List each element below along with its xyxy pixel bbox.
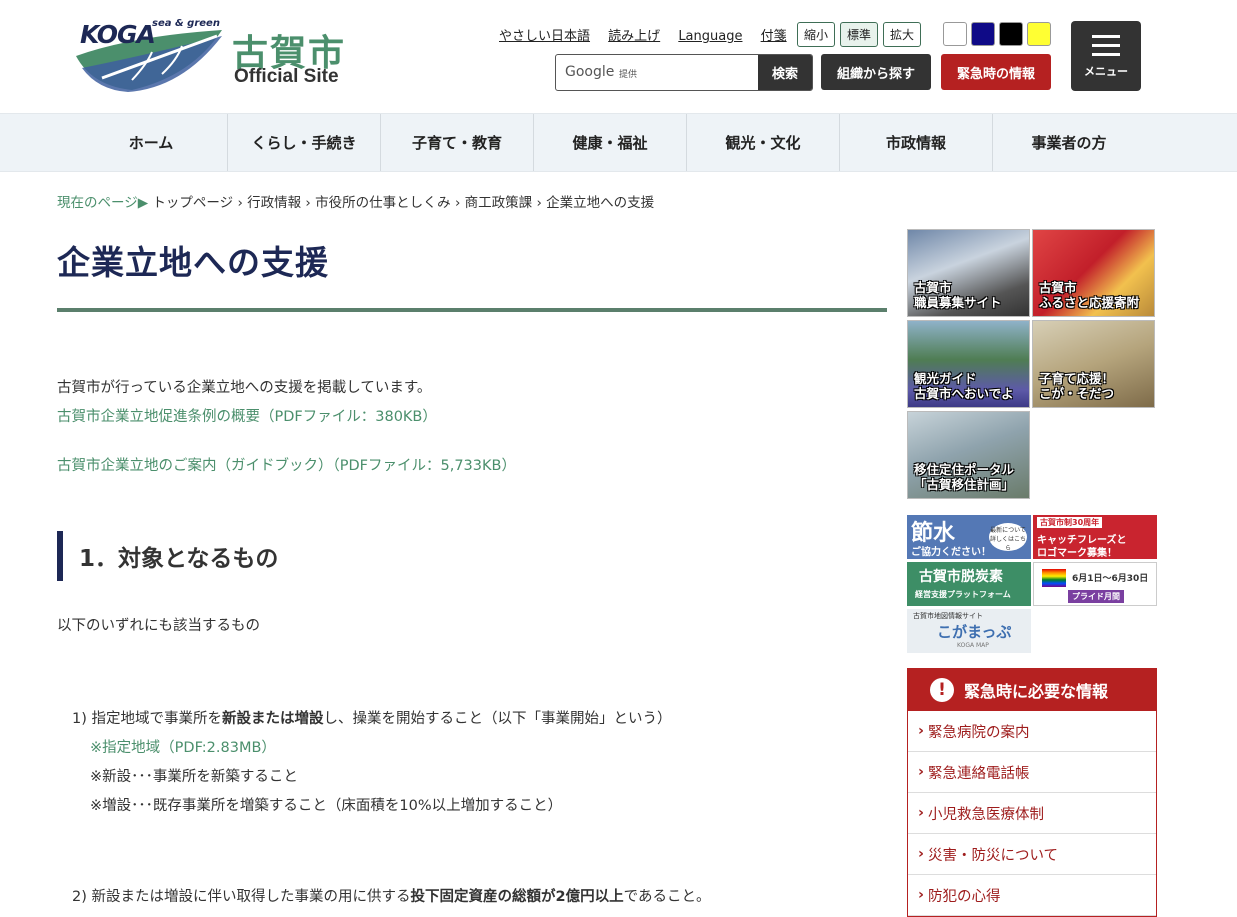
breadcrumb-item[interactable]: 行政情報 — [247, 195, 301, 211]
sidebar: 古賀市 職員募集サイト 古賀市 ふるさと応援寄附 観光ガイド 古賀市へおいでよ 子育て… — [907, 229, 1157, 917]
note-new: ※新設･･･事業所を新築すること — [90, 769, 298, 785]
global-nav: ホーム くらし・手続き 子育て・教育 健康・福祉 観光・文化 市政情報 事業者の… — [0, 113, 1237, 172]
rainbow-flag-icon — [1042, 569, 1066, 587]
banner-staff-recruit[interactable]: 古賀市 職員募集サイト — [907, 229, 1030, 317]
banner-furusato[interactable]: 古賀市 ふるさと応援寄附 — [1032, 229, 1155, 317]
google-brand: Google — [565, 64, 615, 80]
banner-water-saving[interactable]: 節水 ご協力ください！ 最新について詳しくはこちら — [907, 515, 1031, 559]
note-designated-area: ※指定地域（PDF:2.83MB） — [90, 740, 276, 756]
nav-home[interactable]: ホーム — [75, 114, 228, 171]
banner-tourism[interactable]: 観光ガイド 古賀市へおいでよ — [907, 320, 1030, 408]
main-content: 企業立地への支援 古賀市が行っている企業立地への支援を掲載しています。 古賀市企… — [57, 228, 887, 912]
emergency-link-phonebook[interactable]: › 緊急連絡電話帳 — [908, 752, 1156, 793]
color-theme-controls — [943, 22, 1051, 46]
photo-banners: 古賀市 職員募集サイト 古賀市 ふるさと応援寄附 観光ガイド 古賀市へおいでよ 子育て… — [907, 229, 1157, 501]
banner-30th-anniversary[interactable]: 古賀市制30周年 キャッチフレーズと ロゴマーク募集！ — [1033, 515, 1157, 559]
chevron-right-icon: › — [918, 846, 924, 862]
menu-button[interactable]: メニュー — [1071, 21, 1141, 91]
emergency-info-button[interactable]: 緊急時の情報 — [941, 54, 1051, 90]
utility-links: やさしい日本語 読み上げ Language 付箋 — [499, 25, 801, 44]
condition-item-1: 1) 指定地域で事業所を新設または増設し、操業を開始すること（以下「事業開始」と… — [72, 711, 672, 727]
color-white-button[interactable] — [943, 22, 967, 46]
designated-area-pdf-link[interactable]: 指定地域（PDF:2.83MB） — [102, 740, 276, 756]
condition-item-2: 2) 新設または増設に伴い取得した事業の用に供する投下固定資産の総額が2億円以上… — [72, 889, 711, 905]
site-search: Google 提供 検索 — [555, 54, 813, 91]
emergency-header: ! 緊急時に必要な情報 — [908, 669, 1156, 711]
chevron-right-icon: › — [918, 764, 924, 780]
guidebook-pdf-link[interactable]: 古賀市企業立地のご案内（ガイドブック）（PDFファイル：5,733KB） — [57, 458, 516, 474]
nav-living[interactable]: くらし・手続き — [228, 114, 381, 171]
font-small-button[interactable]: 縮小 — [797, 22, 836, 47]
site-header: KOGA sea & green 古賀市 Official Site やさしい日… — [0, 0, 1237, 113]
banner-decarbonization[interactable]: 古賀市脱炭素 経営支援プラットフォーム — [907, 562, 1031, 606]
font-size-controls: 縮小 標準 拡大 — [797, 22, 922, 47]
ordinance-pdf-link[interactable]: 古賀市企業立地促進条例の概要（PDFファイル：380KB） — [57, 409, 437, 425]
breadcrumb-current: 企業立地への支援 — [546, 195, 655, 211]
color-blue-button[interactable] — [971, 22, 995, 46]
emergency-link-disaster[interactable]: › 災害・防災について — [908, 834, 1156, 875]
color-yellow-button[interactable] — [1027, 22, 1051, 46]
breadcrumb-item[interactable]: トップページ — [152, 195, 233, 211]
breadcrumb: 現在のページ▶ トップページ › 行政情報 › 市役所の仕事としくみ › 商工政… — [57, 195, 655, 211]
banner-migration[interactable]: 移住定住ポータル 「古賀移住計画」 — [907, 411, 1030, 499]
exclamation-icon: ! — [930, 678, 954, 702]
intro-text: 古賀市が行っている企業立地への支援を掲載しています。 — [57, 380, 432, 396]
hamburger-icon — [1092, 35, 1120, 62]
link-read-aloud[interactable]: 読み上げ — [608, 29, 660, 44]
nav-childcare[interactable]: 子育て・教育 — [381, 114, 534, 171]
org-search-button[interactable]: 組織から探す — [821, 54, 931, 90]
font-large-button[interactable]: 拡大 — [883, 22, 922, 47]
banner-koga-map[interactable]: 古賀市地図情報サイト こがまっぷ KOGA MAP — [907, 609, 1031, 653]
emergency-title: 緊急時に必要な情報 — [964, 682, 1109, 701]
section-heading: 1．対象となるもの — [57, 531, 887, 581]
logo-official: Official Site — [234, 66, 339, 87]
section-desc: 以下のいずれにも該当するもの — [57, 618, 260, 634]
search-button[interactable]: 検索 — [758, 55, 812, 90]
chevron-right-icon: › — [918, 723, 924, 739]
emergency-link-pediatric[interactable]: › 小児救急医療体制 — [908, 793, 1156, 834]
color-black-button[interactable] — [999, 22, 1023, 46]
link-easy-japanese[interactable]: やさしい日本語 — [499, 29, 590, 44]
breadcrumb-here: 現在のページ▶ — [57, 195, 149, 211]
menu-label: メニュー — [1084, 65, 1128, 78]
link-sticky-note[interactable]: 付箋 — [761, 29, 787, 44]
banner-pride-month[interactable]: 6月1日～6月30日 プライド月間 — [1033, 562, 1157, 606]
site-logo[interactable]: KOGA sea & green 古賀市 Official Site — [72, 16, 362, 96]
breadcrumb-item[interactable]: 市役所の仕事としくみ — [315, 195, 451, 211]
emergency-link-hospital[interactable]: › 緊急病院の案内 — [908, 711, 1156, 752]
banner-childcare[interactable]: 子育て応援！ こが・そだつ — [1032, 320, 1155, 408]
page-title: 企業立地への支援 — [57, 236, 887, 312]
nav-health[interactable]: 健康・福祉 — [534, 114, 687, 171]
google-provided: 提供 — [619, 70, 638, 80]
nav-government[interactable]: 市政情報 — [840, 114, 993, 171]
logo-koga: KOGA — [80, 20, 156, 49]
chevron-right-icon: › — [918, 887, 924, 903]
note-expand: ※増設･･･既存事業所を増築すること（床面積を10%以上増加すること） — [90, 798, 563, 814]
nav-tourism[interactable]: 観光・文化 — [687, 114, 840, 171]
emergency-info-box: ! 緊急時に必要な情報 › 緊急病院の案内 › 緊急連絡電話帳 › 小児救急医療体制 … — [907, 668, 1157, 917]
chevron-right-icon: › — [918, 805, 924, 821]
nav-business[interactable]: 事業者の方 — [993, 114, 1145, 171]
font-normal-button[interactable]: 標準 — [840, 22, 879, 47]
breadcrumb-item[interactable]: 商工政策課 — [465, 195, 533, 211]
link-language[interactable]: Language — [678, 29, 742, 44]
logo-tagline: sea & green — [152, 18, 220, 29]
